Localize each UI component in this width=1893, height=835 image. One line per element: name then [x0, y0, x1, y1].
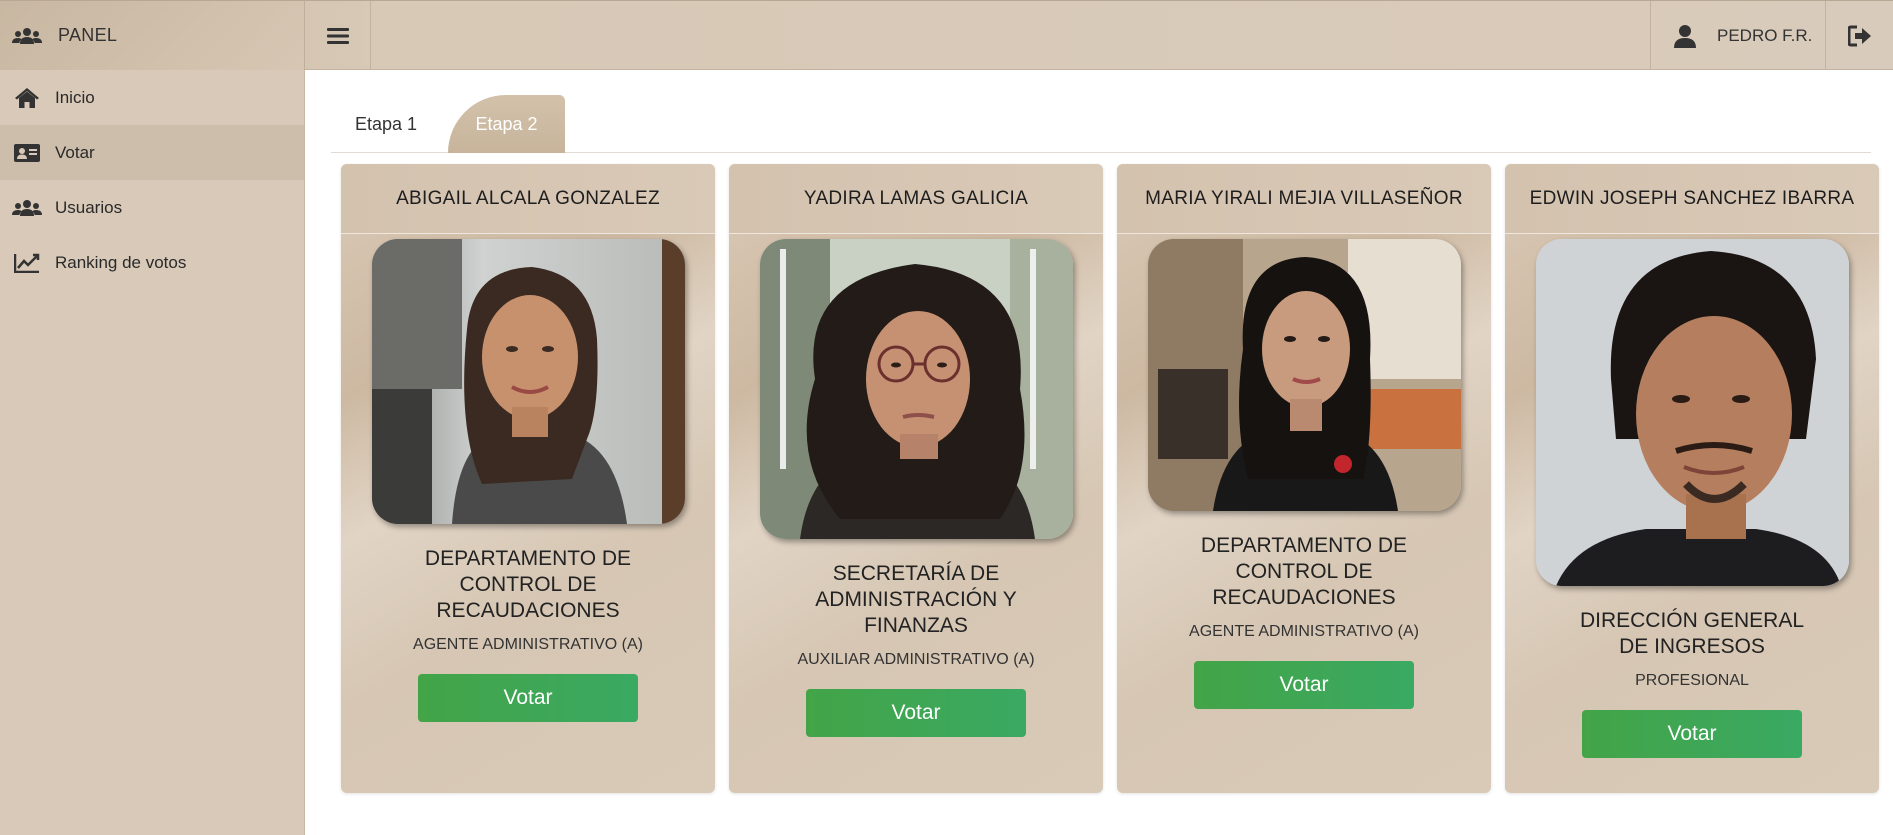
candidate-department: DEPARTAMENTO DE CONTROL DE RECAUDACIONES	[1200, 534, 1408, 609]
candidate-department: SECRETARÍA DE ADMINISTRACIÓN Y FINANZAS	[815, 562, 1017, 637]
id-card-icon	[12, 143, 42, 162]
sidebar-item-label: Inicio	[55, 87, 95, 107]
candidate-name: ABIGAIL ALCALA GONZALEZ	[341, 164, 715, 234]
sidebar-item-votar[interactable]: Votar	[0, 125, 304, 180]
candidate-photo	[1147, 239, 1461, 511]
sidebar-item-label: Usuarios	[55, 197, 123, 217]
candidate-department: DIRECCIÓN GENERAL DE INGRESOS	[1579, 609, 1805, 658]
candidate-card: MARIA YIRALI MEJIA VILLASEÑOR DEPARTAMEN…	[1117, 164, 1491, 793]
tab-etapa-2[interactable]: Etapa 2	[448, 95, 565, 153]
candidate-card: YADIRA LAMAS GALICIA SECRETARÍA DE ADMIN…	[729, 164, 1103, 793]
candidate-photo	[1535, 239, 1849, 586]
logout-button[interactable]	[1825, 1, 1893, 70]
users-icon	[12, 26, 42, 46]
sidebar: Inicio Votar Usuarios Ranking de votos	[0, 70, 305, 835]
sidebar-item-ranking[interactable]: Ranking de votos	[0, 235, 304, 290]
vote-button[interactable]: Votar	[418, 674, 638, 722]
candidate-name: MARIA YIRALI MEJIA VILLASEÑOR	[1117, 164, 1491, 234]
candidate-role: AGENTE ADMINISTRATIVO (A)	[413, 636, 643, 653]
candidate-department: DEPARTAMENTO DE CONTROL DE RECAUDACIONES	[424, 547, 632, 622]
candidate-name: YADIRA LAMAS GALICIA	[729, 164, 1103, 234]
tab-etapa-1[interactable]: Etapa 1	[331, 95, 441, 153]
sidebar-item-inicio[interactable]: Inicio	[0, 70, 304, 125]
menu-toggle-button[interactable]	[305, 1, 371, 70]
users-icon	[12, 199, 42, 217]
sidebar-item-usuarios[interactable]: Usuarios	[0, 180, 304, 235]
vote-button[interactable]: Votar	[1194, 661, 1414, 709]
sidebar-item-label: Ranking de votos	[55, 252, 187, 272]
stage-tabs: Etapa 1 Etapa 2	[331, 95, 1871, 153]
vote-button[interactable]: Votar	[1582, 710, 1802, 758]
candidate-name: EDWIN JOSEPH SANCHEZ IBARRA	[1505, 164, 1879, 234]
user-icon	[1674, 24, 1696, 48]
hamburger-icon	[326, 27, 349, 44]
main-content: Etapa 1 Etapa 2 ABIGAIL ALCALA GONZALEZ	[305, 70, 1893, 835]
candidate-role: AGENTE ADMINISTRATIVO (A)	[1189, 623, 1419, 640]
user-menu[interactable]: PEDRO F.R.	[1650, 1, 1825, 70]
sidebar-item-label: Votar	[55, 142, 95, 162]
candidate-photo	[759, 239, 1073, 539]
top-bar: PANEL PEDRO F.R.	[0, 0, 1893, 70]
chart-line-icon	[12, 253, 42, 273]
candidate-card: EDWIN JOSEPH SANCHEZ IBARRA DIRECCIÓN GE…	[1505, 164, 1879, 793]
brand-label: PANEL	[58, 25, 118, 45]
candidate-photo	[371, 239, 685, 524]
home-icon	[12, 87, 42, 109]
brand: PANEL	[0, 1, 305, 70]
user-name: PEDRO F.R.	[1717, 25, 1813, 45]
candidate-role: AUXILIAR ADMINISTRATIVO (A)	[797, 651, 1035, 668]
sign-out-icon	[1847, 25, 1871, 46]
candidate-role: PROFESIONAL	[1635, 672, 1749, 689]
candidate-card: ABIGAIL ALCALA GONZALEZ DEPARTAMENTO DE …	[341, 164, 715, 793]
vote-button[interactable]: Votar	[806, 689, 1026, 737]
